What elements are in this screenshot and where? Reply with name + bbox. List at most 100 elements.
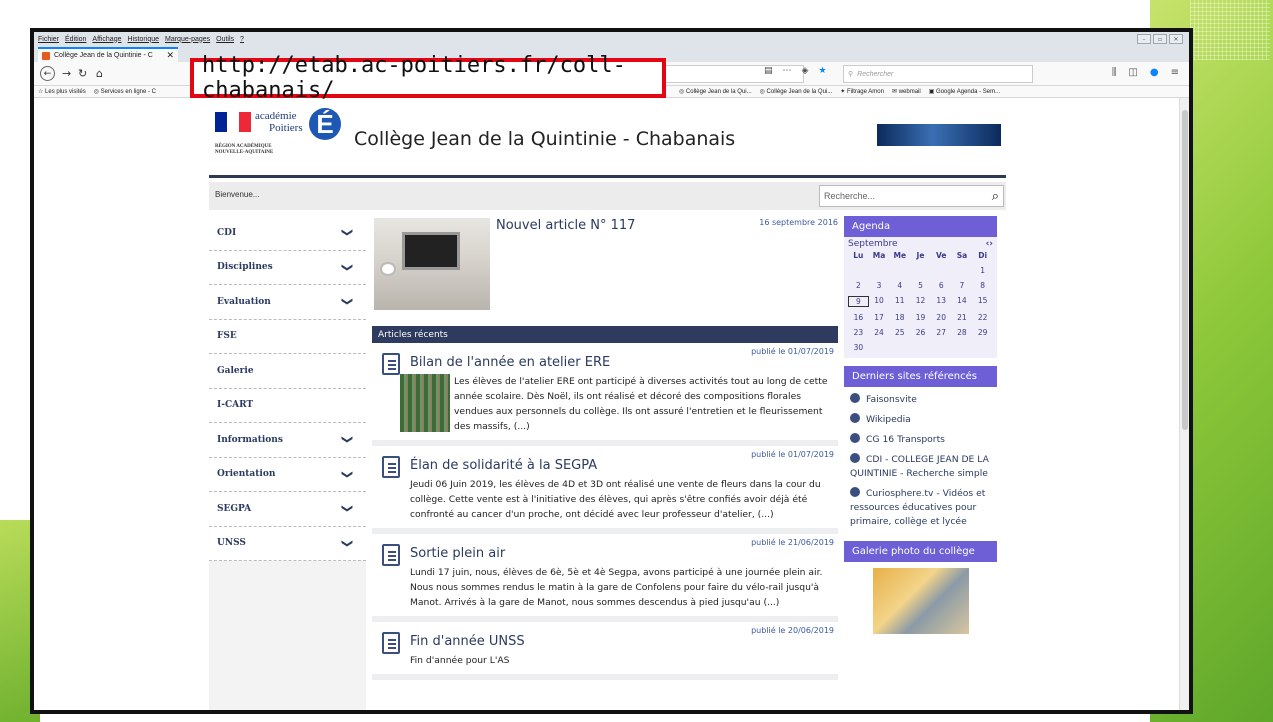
nav-item-informations[interactable]: Informations ❯: [209, 423, 366, 458]
site-link[interactable]: Curiosphere.tv - Vidéos et ressources éd…: [850, 487, 991, 529]
calendar-day[interactable]: 28: [952, 328, 973, 337]
chevron-down-icon[interactable]: ❯: [341, 228, 354, 237]
site-link[interactable]: Wikipedia: [850, 413, 991, 427]
browser-search-input[interactable]: ⚲ Rechercher: [843, 65, 1033, 83]
calendar-day[interactable]: 4: [889, 281, 910, 290]
nav-item-cdi[interactable]: CDI ❯: [209, 216, 366, 251]
calendar-day[interactable]: 6: [931, 281, 952, 290]
bookmark-item[interactable]: ☆ Les plus visités: [38, 88, 86, 95]
calendar-day[interactable]: 3: [869, 281, 890, 290]
site-title[interactable]: Collège Jean de la Quintinie - Chabanais: [354, 128, 735, 150]
featured-article[interactable]: Nouvel article N° 117 16 septembre 2016: [372, 216, 838, 326]
bookmark-item[interactable]: ◎ Collège Jean de la Qui...: [760, 88, 833, 95]
calendar-day[interactable]: 8: [972, 281, 993, 290]
calendar-day[interactable]: 25: [889, 328, 910, 337]
site-search-input[interactable]: Recherche... ⌕: [819, 185, 1004, 207]
calendar-day[interactable]: 7: [952, 281, 973, 290]
close-tab-icon[interactable]: ✕: [166, 50, 174, 61]
pocket-icon[interactable]: ◈: [802, 66, 809, 76]
chevron-down-icon[interactable]: ❯: [341, 262, 354, 271]
calendar-day[interactable]: 27: [931, 328, 952, 337]
calendar-day[interactable]: 20: [931, 313, 952, 322]
calendar-day[interactable]: 11: [889, 296, 910, 307]
site-link[interactable]: Faisonsvite: [850, 393, 991, 407]
menu-item[interactable]: Historique: [127, 36, 159, 43]
minimize-button[interactable]: –: [1137, 34, 1151, 44]
chevron-down-icon[interactable]: ❯: [341, 469, 354, 478]
calendar-day[interactable]: 15: [972, 296, 993, 307]
calendar-day[interactable]: 5: [910, 281, 931, 290]
bookmark-item[interactable]: ▣ Google Agenda - Sem...: [929, 88, 1000, 95]
bookmark-star-icon[interactable]: ★: [818, 66, 826, 76]
reload-icon[interactable]: ↻: [78, 67, 87, 80]
calendar-day[interactable]: 14: [952, 296, 973, 307]
calendar-day[interactable]: 12: [910, 296, 931, 307]
article-item[interactable]: publié le 21/06/2019 Sortie plein air Lund…: [372, 534, 838, 622]
menu-icon[interactable]: ≡: [1171, 67, 1179, 78]
bookmark-item[interactable]: ◎ Services en ligne - C: [94, 88, 156, 95]
nav-item-unss[interactable]: UNSS ❯: [209, 526, 366, 561]
calendar-day[interactable]: 17: [869, 313, 890, 322]
nav-item-i-cart[interactable]: I-CART: [209, 388, 366, 423]
article-title[interactable]: Sortie plein air: [410, 546, 834, 561]
site-link[interactable]: CG 16 Transports: [850, 433, 991, 447]
calendar-day[interactable]: 1: [972, 266, 993, 275]
url-callout[interactable]: http://etab.ac-poitiers.fr/coll-chabanai…: [190, 53, 666, 103]
page-actions-icon[interactable]: ⋯: [783, 66, 792, 76]
chevron-down-icon[interactable]: ❯: [341, 297, 354, 306]
calendar-day[interactable]: 29: [972, 328, 993, 337]
calendar-day[interactable]: 21: [952, 313, 973, 322]
magnifier-icon[interactable]: ⌕: [992, 188, 999, 204]
calendar-day[interactable]: 16: [848, 313, 869, 322]
nav-item-galerie[interactable]: Galerie: [209, 354, 366, 389]
chevron-down-icon[interactable]: ❯: [341, 504, 354, 513]
bookmark-item[interactable]: ✉ webmail: [892, 88, 921, 95]
extension-icon[interactable]: ●: [1150, 67, 1159, 78]
calendar-day[interactable]: 18: [889, 313, 910, 322]
calendar-day[interactable]: 9: [848, 296, 869, 307]
gallery-photo[interactable]: [872, 568, 969, 634]
menu-item[interactable]: ?: [240, 36, 244, 43]
sidebar-icon[interactable]: ◫: [1128, 67, 1137, 78]
tab-active[interactable]: Collège Jean de la Quintinie - C ✕: [38, 47, 178, 62]
reader-view-icon[interactable]: ▤: [764, 66, 773, 76]
calendar-day[interactable]: 22: [972, 313, 993, 322]
nav-item-segpa[interactable]: SEGPA ❯: [209, 492, 366, 527]
bookmark-item[interactable]: ✦ Filtrage Amon: [840, 88, 884, 95]
library-icon[interactable]: ⫼: [1112, 67, 1117, 78]
menu-item[interactable]: Édition: [65, 36, 86, 43]
chevron-down-icon[interactable]: ❯: [341, 435, 354, 444]
calendar-day[interactable]: 26: [910, 328, 931, 337]
calendar-day[interactable]: 13: [931, 296, 952, 307]
article-title[interactable]: Bilan de l'année en atelier ERE: [410, 355, 834, 370]
chevron-down-icon[interactable]: ❯: [341, 538, 354, 547]
featured-title[interactable]: Nouvel article N° 117: [496, 218, 635, 233]
menu-item[interactable]: Marque-pages: [165, 36, 210, 43]
back-icon[interactable]: ←: [40, 66, 55, 81]
article-item[interactable]: publié le 01/07/2019 Bilan de l'année en …: [372, 343, 838, 446]
article-item[interactable]: publié le 01/07/2019 Élan de solidarité à…: [372, 446, 838, 534]
calendar-nav-arrows[interactable]: ‹›: [986, 239, 993, 249]
nav-item-evaluation[interactable]: Evaluation ❯: [209, 285, 366, 320]
calendar-day[interactable]: 10: [869, 296, 890, 307]
forward-icon[interactable]: →: [62, 67, 71, 80]
calendar-day[interactable]: 30: [848, 343, 869, 352]
scrollbar-thumb[interactable]: [1182, 110, 1188, 430]
vertical-scrollbar[interactable]: [1179, 98, 1189, 710]
calendar-day[interactable]: 23: [848, 328, 869, 337]
nav-item-fse[interactable]: FSE: [209, 319, 366, 354]
home-icon[interactable]: ⌂: [96, 67, 103, 80]
menu-item[interactable]: Affichage: [92, 36, 121, 43]
welcome-link[interactable]: Bienvenue...: [215, 190, 259, 199]
article-title[interactable]: Élan de solidarité à la SEGPA: [410, 458, 834, 473]
maximize-button[interactable]: ▫: [1153, 34, 1167, 44]
menu-item[interactable]: Outils: [216, 36, 234, 43]
calendar-day[interactable]: 19: [910, 313, 931, 322]
menu-item[interactable]: Fichier: [38, 36, 59, 43]
site-link[interactable]: CDI - COLLEGE JEAN DE LA QUINTINIE - Rec…: [850, 453, 991, 481]
close-window-button[interactable]: ✕: [1169, 34, 1183, 44]
nav-item-disciplines[interactable]: Disciplines ❯: [209, 250, 366, 285]
calendar-day[interactable]: 24: [869, 328, 890, 337]
nav-item-orientation[interactable]: Orientation ❯: [209, 457, 366, 492]
article-title[interactable]: Fin d'année UNSS: [410, 634, 834, 649]
